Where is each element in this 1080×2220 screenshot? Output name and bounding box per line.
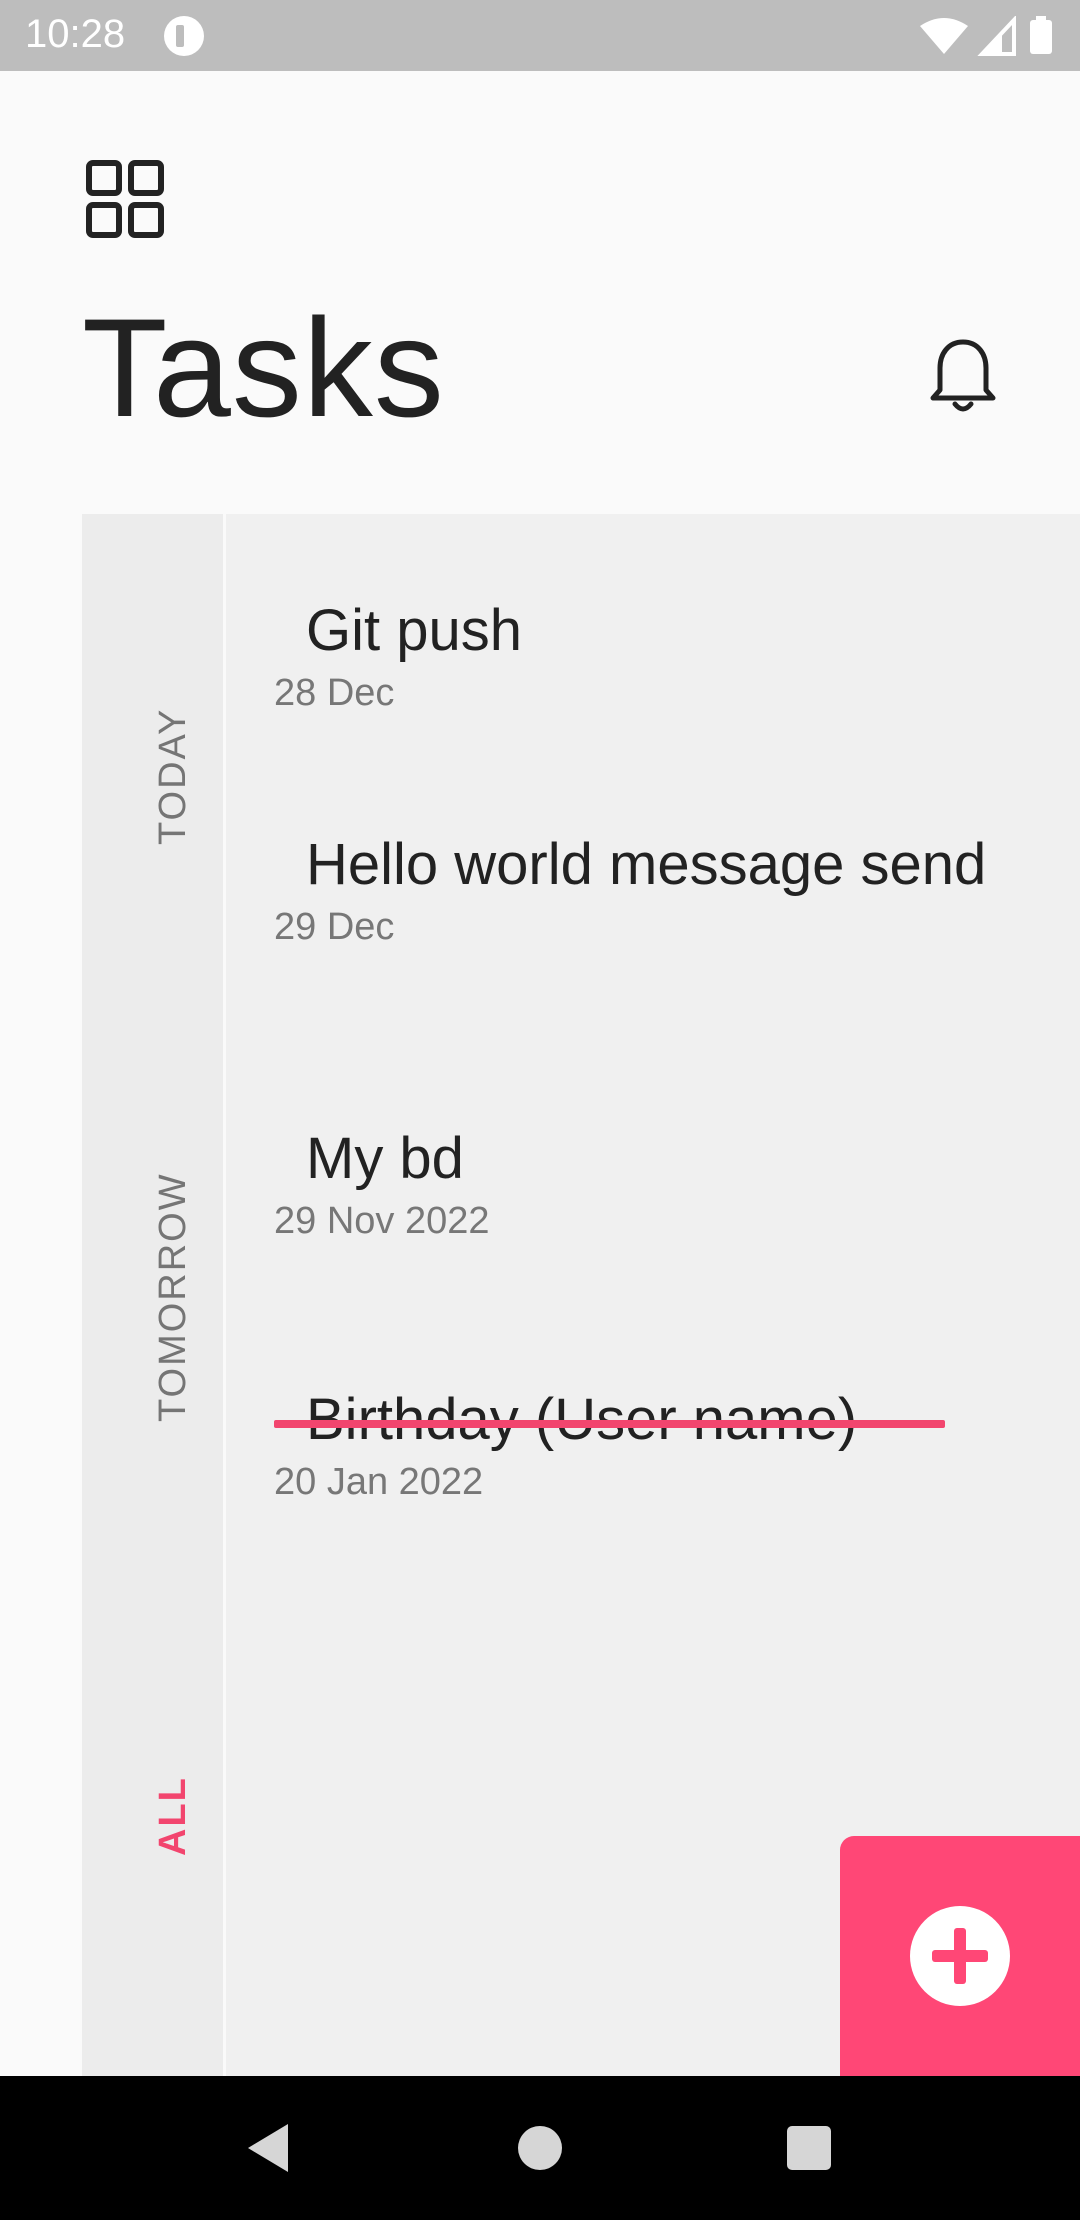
task-title: Hello world message send xyxy=(306,832,987,897)
app-notification-icon xyxy=(164,16,204,56)
task-item[interactable]: My bd 29 Nov 2022 xyxy=(274,1122,994,1244)
task-title: Git push xyxy=(306,598,522,663)
add-task-button[interactable] xyxy=(840,1836,1080,2076)
tab-today[interactable]: TODAY xyxy=(152,708,195,845)
grid-icon[interactable] xyxy=(86,160,164,238)
recents-icon[interactable] xyxy=(787,2126,831,2170)
tab-all[interactable]: ALL xyxy=(152,1776,195,1856)
home-icon[interactable] xyxy=(518,2126,562,2170)
system-nav-bar xyxy=(0,2076,1080,2220)
bell-icon[interactable] xyxy=(928,336,998,416)
status-time: 10:28 xyxy=(25,12,126,56)
wifi-icon xyxy=(920,18,968,54)
page-title: Tasks xyxy=(82,289,445,446)
task-item[interactable]: Git push 28 Dec xyxy=(274,594,994,716)
plus-icon xyxy=(910,1906,1010,2006)
task-date: 28 Dec xyxy=(274,672,395,714)
tab-tomorrow[interactable]: TOMORROW xyxy=(152,1172,195,1422)
cell-signal-icon xyxy=(977,16,1016,56)
task-item-completed[interactable]: Birthday (User name) 20 Jan 2022 xyxy=(274,1383,994,1505)
task-item[interactable]: Hello world message send 29 Dec xyxy=(274,828,994,950)
back-icon[interactable] xyxy=(244,2122,292,2174)
task-date: 29 Nov 2022 xyxy=(274,1200,490,1242)
status-bar: 10:28 xyxy=(0,0,1080,71)
task-date: 29 Dec xyxy=(274,906,395,948)
strikethrough-line xyxy=(274,1420,945,1428)
status-icons xyxy=(918,16,1058,56)
task-date: 20 Jan 2022 xyxy=(274,1461,484,1503)
task-title: My bd xyxy=(306,1126,464,1191)
battery-icon xyxy=(1030,16,1052,54)
